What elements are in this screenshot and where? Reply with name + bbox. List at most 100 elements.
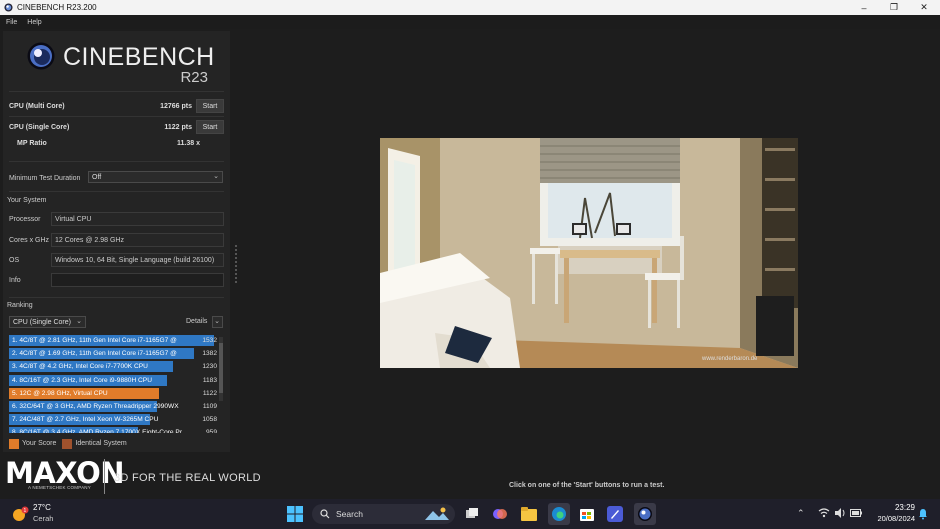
details-label: Details: [186, 318, 208, 325]
copilot-icon: [493, 509, 507, 519]
menu-bar: File Help: [0, 15, 940, 29]
chevron-down-icon: ⌄: [76, 318, 82, 325]
ranking-score: 1230: [202, 363, 217, 371]
ranking-score: 1058: [202, 416, 217, 424]
divider: [9, 191, 224, 192]
copilot-app[interactable]: [491, 505, 509, 523]
restore-icon: ❐: [889, 2, 899, 12]
ranking-cpu-name: 7. 24C/48T @ 2.7 GHz, Intel Xeon W-3265M…: [12, 416, 159, 424]
ranking-legend: Your Score Identical System: [9, 438, 127, 449]
ranking-score: 959: [205, 429, 217, 433]
system-row-cores: Cores x GHz 12 Cores @ 2.98 GHz: [9, 233, 224, 247]
battery-icon[interactable]: [850, 509, 862, 517]
your-score-swatch: [9, 438, 19, 449]
minimize-icon: –: [861, 2, 867, 13]
footer-divider: [104, 459, 105, 494]
folder-icon: [521, 507, 537, 521]
ranking-scrollbar[interactable]: [219, 337, 223, 401]
identical-system-label: Identical System: [75, 440, 127, 447]
ranking-cpu-name: 4. 8C/16T @ 2.3 GHz, Intel Core i9-9880H…: [12, 376, 152, 384]
ranking-list[interactable]: 1. 4C/8T @ 2.81 GHz, 11th Gen Intel Core…: [9, 335, 223, 433]
ranking-row[interactable]: 1. 4C/8T @ 2.81 GHz, 11th Gen Intel Core…: [9, 335, 223, 346]
menu-help[interactable]: Help: [27, 19, 41, 26]
system-label: OS: [9, 256, 20, 264]
ranking-row[interactable]: 4. 8C/16T @ 2.3 GHz, Intel Core i9-9880H…: [9, 374, 223, 386]
wifi-icon[interactable]: [818, 508, 830, 518]
editor-app[interactable]: [606, 505, 624, 523]
store-icon: [580, 509, 594, 521]
divider: [9, 297, 224, 298]
weather-widget[interactable]: 1: [10, 505, 30, 523]
edge-app[interactable]: [548, 503, 570, 525]
system-label: Info: [9, 276, 21, 284]
close-icon: ✕: [920, 2, 928, 12]
single-core-label: CPU (Single Core): [9, 123, 70, 131]
store-app[interactable]: [578, 505, 596, 523]
ranking-row[interactable]: 8. 8C/16T @ 3.4 GHz, AMD Ryzen 7 1700X E…: [9, 427, 223, 433]
title-bar: CINEBENCH R23.200 – ❐ ✕: [0, 0, 940, 15]
ranking-mode-select[interactable]: CPU (Single Core) ⌄: [9, 316, 86, 328]
ranking-cpu-name: 6. 32C/64T @ 3 GHz, AMD Ryzen Threadripp…: [12, 403, 179, 410]
render-image: www.renderbaron.de: [380, 138, 798, 368]
ranking-row[interactable]: 3. 4C/8T @ 4.2 GHz, Intel Core i7-7700K …: [9, 361, 223, 373]
weather-temp: 27°C: [33, 503, 51, 512]
result-single-core: CPU (Single Core) 1122 pts Start: [9, 119, 224, 135]
tray-expand-icon[interactable]: ⌃: [797, 508, 805, 519]
panel-splitter[interactable]: [235, 245, 237, 283]
ranking-score: 1382: [202, 350, 217, 358]
clock-date[interactable]: 20/08/2024: [870, 514, 915, 523]
info-input[interactable]: [51, 273, 224, 287]
status-hint: Click on one of the 'Start' buttons to r…: [509, 482, 665, 489]
system-row-info: Info: [9, 273, 224, 287]
ranking-title: Ranking: [7, 302, 33, 309]
ranking-row[interactable]: 2. 4C/8T @ 1.69 GHz, 11th Gen Intel Core…: [9, 348, 223, 360]
system-value: Virtual CPU: [51, 212, 224, 226]
ranking-cpu-name: 5. 12C @ 2.98 GHz, Virtual CPU: [12, 389, 108, 397]
chevron-down-icon: ⌄: [213, 173, 219, 180]
ranking-score: 1122: [202, 389, 217, 397]
file-explorer-app[interactable]: [520, 505, 538, 523]
result-mp-ratio: MP Ratio 11.38 x: [17, 135, 224, 151]
single-core-score: 1122 pts: [164, 123, 192, 131]
details-toggle[interactable]: ⌄: [212, 316, 223, 328]
scrollbar-thumb[interactable]: [219, 343, 223, 393]
your-system-title: Your System: [7, 197, 47, 204]
cinebench-app-icon: [4, 3, 13, 12]
edge-icon: [552, 507, 566, 521]
search-icon: [320, 509, 330, 519]
system-row-os: OS Windows 10, 64 Bit, Single Language (…: [9, 253, 224, 267]
ranking-row[interactable]: 7. 24C/48T @ 2.7 GHz, Intel Xeon W-3265M…: [9, 414, 223, 426]
result-multi-core: CPU (Multi Core) 12766 pts Start: [9, 98, 224, 114]
ranking-row[interactable]: 5. 12C @ 2.98 GHz, Virtual CPU 1122: [9, 387, 223, 399]
task-view-icon: [466, 508, 478, 518]
notification-bell-icon[interactable]: [918, 508, 928, 520]
start-multi-core-button[interactable]: Start: [196, 99, 224, 113]
cinebench-taskbar-app[interactable]: [634, 503, 656, 525]
task-view-button[interactable]: [463, 505, 481, 523]
ranking-row[interactable]: 6. 32C/64T @ 3 GHz, AMD Ryzen Threadripp…: [9, 401, 223, 412]
close-button[interactable]: ✕: [909, 0, 939, 15]
ranking-cpu-name: 2. 4C/8T @ 1.69 GHz, 11th Gen Intel Core…: [12, 350, 177, 358]
left-panel: CINEBENCH R23 CPU (Multi Core) 12766 pts…: [3, 31, 230, 452]
maxon-subtitle: A NEMETSCHEK COMPANY: [28, 485, 91, 490]
multi-core-label: CPU (Multi Core): [9, 102, 65, 110]
start-single-core-button[interactable]: Start: [196, 120, 224, 134]
menu-file[interactable]: File: [6, 19, 17, 26]
system-value: Windows 10, 64 Bit, Single Language (bui…: [51, 253, 224, 267]
render-preview: www.renderbaron.de: [380, 138, 798, 368]
start-button[interactable]: [286, 505, 304, 523]
min-duration-select[interactable]: Off ⌄: [88, 171, 223, 183]
volume-icon[interactable]: [834, 508, 846, 518]
svg-text:1: 1: [24, 508, 27, 514]
taskbar: 1 27°C Cerah Search ⌃ 23:29 20/08/2024: [0, 499, 940, 529]
your-score-label: Your Score: [22, 440, 57, 447]
ranking-cpu-name: 1. 4C/8T @ 2.81 GHz, 11th Gen Intel Core…: [12, 337, 177, 344]
taskbar-search[interactable]: Search: [312, 504, 455, 524]
weather-desc: Cerah: [33, 514, 54, 523]
cinebench-taskbar-icon: [638, 507, 652, 521]
chevron-down-icon: ⌄: [214, 318, 220, 325]
logo-version: R23: [180, 69, 208, 86]
restore-button[interactable]: ❐: [879, 0, 909, 15]
minimize-button[interactable]: –: [849, 0, 879, 15]
clock-time[interactable]: 23:29: [889, 503, 915, 512]
